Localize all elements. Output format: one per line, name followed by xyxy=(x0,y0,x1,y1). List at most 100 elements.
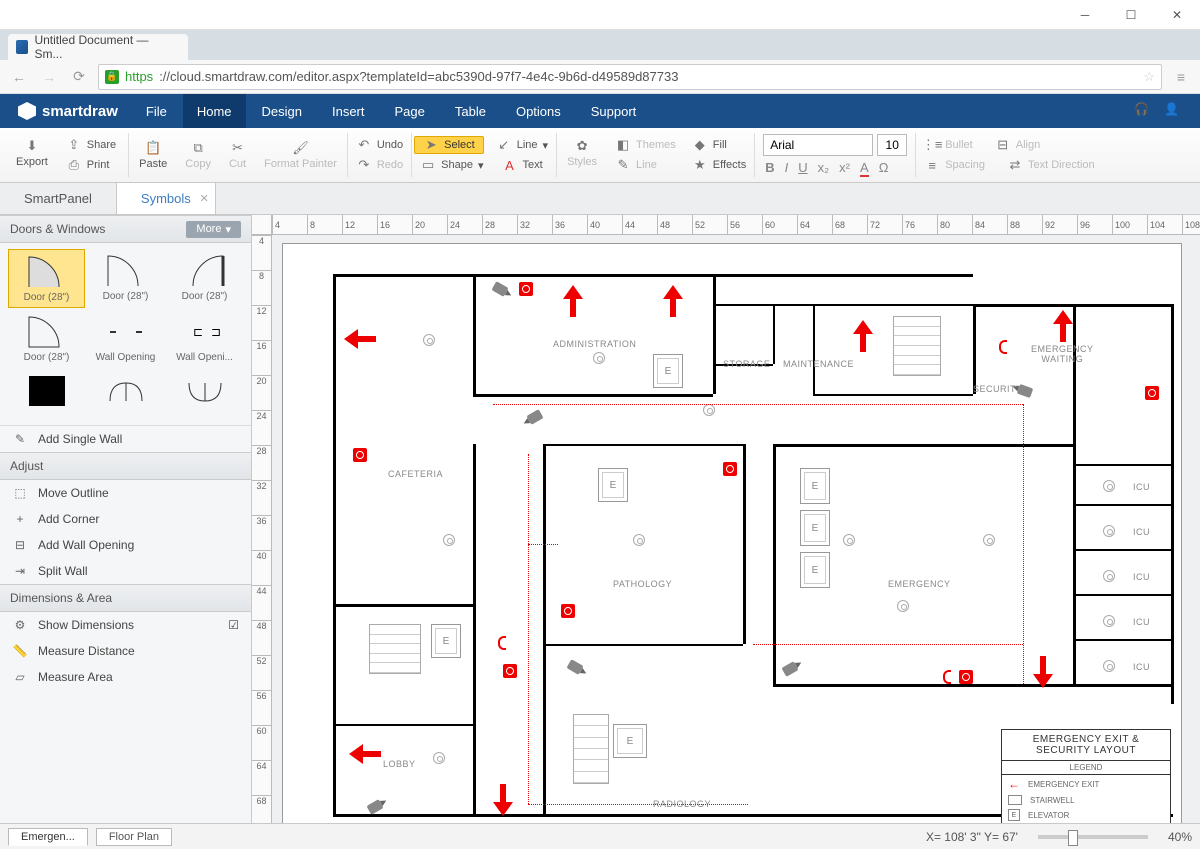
line-tool-button[interactable]: ↙Line▾ xyxy=(490,136,554,154)
shape-tool-button[interactable]: ▭Shape▾ xyxy=(414,156,489,174)
stairwell-icon xyxy=(573,714,609,784)
copy-button[interactable]: ⧉Copy xyxy=(177,138,219,172)
measure-area-button[interactable]: ▱Measure Area xyxy=(0,664,251,690)
add-wall-opening-button[interactable]: ⊟Add Wall Opening xyxy=(0,532,251,558)
camera-icon xyxy=(781,661,798,677)
window-close-button[interactable]: ✕ xyxy=(1154,0,1200,30)
menu-support[interactable]: Support xyxy=(577,94,651,128)
symbol-door-28-fill[interactable]: Door (28") xyxy=(8,310,85,367)
window-minimize-button[interactable]: ─ xyxy=(1062,0,1108,30)
copy-icon: ⧉ xyxy=(190,140,206,156)
font-size-input[interactable] xyxy=(877,134,907,156)
shape-icon: ▭ xyxy=(420,157,436,173)
export-button[interactable]: ⬇Export xyxy=(8,136,56,174)
help-icon[interactable]: 🎧 xyxy=(1134,102,1152,120)
subscript-button[interactable]: x₂ xyxy=(818,160,830,177)
chevron-down-icon: ▾ xyxy=(478,159,484,172)
sheet-tab-emergency[interactable]: Emergen... xyxy=(8,828,88,846)
checkbox-checked-icon[interactable]: ☑ xyxy=(228,618,239,632)
floor-plan-page[interactable]: ADMINISTRATION STORAGE MAINTENANCE SECUR… xyxy=(282,243,1182,823)
move-outline-button[interactable]: ⬚Move Outline xyxy=(0,480,251,506)
user-icon[interactable]: 👤 xyxy=(1164,102,1182,120)
more-button[interactable]: More▾ xyxy=(186,221,241,238)
superscript-button[interactable]: x² xyxy=(839,160,850,177)
zoom-slider[interactable] xyxy=(1038,835,1148,839)
main-area: Doors & Windows More▾ Door (28") Door (2… xyxy=(0,215,1200,823)
add-corner-button[interactable]: +Add Corner xyxy=(0,506,251,532)
area-icon: ▱ xyxy=(12,670,28,684)
alarm-icon xyxy=(723,462,737,476)
menu-options[interactable]: Options xyxy=(502,94,575,128)
back-button[interactable]: ← xyxy=(8,69,30,85)
bullet-button[interactable]: ⋮≡Bullet xyxy=(918,136,979,154)
cut-button[interactable]: ✂Cut xyxy=(221,138,254,172)
format-painter-button[interactable]: 🖌Format Painter xyxy=(256,138,345,172)
symbol-double-door-out[interactable] xyxy=(166,369,243,415)
menu-insert[interactable]: Insert xyxy=(318,94,379,128)
pencil-icon: ✎ xyxy=(12,432,28,446)
sheet-tab-floorplan[interactable]: Floor Plan xyxy=(96,828,172,846)
menu-home[interactable]: Home xyxy=(183,94,246,128)
menu-table[interactable]: Table xyxy=(441,94,500,128)
omega-button[interactable]: Ω xyxy=(879,160,889,177)
symbol-wall-opening[interactable]: Wall Opening xyxy=(87,310,164,367)
browser-menu-button[interactable]: ≡ xyxy=(1170,69,1192,85)
styles-button[interactable]: ✿Styles xyxy=(559,136,605,174)
share-button[interactable]: ⇪Share xyxy=(60,136,122,154)
text-direction-button[interactable]: ⇄Text Direction xyxy=(1001,156,1101,174)
bold-button[interactable]: B xyxy=(765,160,774,177)
url-input[interactable]: 🔒 https://cloud.smartdraw.com/editor.asp… xyxy=(98,64,1162,90)
select-tool-button[interactable]: ➤Select xyxy=(414,136,484,154)
bookmark-star-icon[interactable]: ☆ xyxy=(1143,69,1155,85)
tab-smartpanel[interactable]: SmartPanel xyxy=(0,183,117,214)
italic-button[interactable]: I xyxy=(785,160,789,177)
symbol-wall-opening-2[interactable]: ⊏⊐Wall Openi... xyxy=(166,310,243,367)
line-style-button[interactable]: ✎Line xyxy=(609,156,682,174)
add-single-wall-button[interactable]: ✎Add Single Wall xyxy=(0,425,251,452)
outlet-icon xyxy=(1103,480,1115,492)
themes-button[interactable]: ◧Themes xyxy=(609,136,682,154)
spacing-button[interactable]: ≡Spacing xyxy=(918,156,991,174)
reload-button[interactable]: ⟳ xyxy=(68,68,90,85)
redo-button[interactable]: ↷Redo xyxy=(350,156,409,174)
app-logo[interactable]: smartdraw xyxy=(6,102,130,120)
effects-button[interactable]: ★Effects xyxy=(686,156,752,174)
symbol-door-28-arc[interactable]: Door (28") xyxy=(87,249,164,308)
elevator-icon: E xyxy=(800,552,830,588)
fill-button[interactable]: ◆Fill xyxy=(686,136,752,154)
symbol-door-28-rev[interactable]: Door (28") xyxy=(166,249,243,308)
symbol-door-28[interactable]: Door (28") xyxy=(8,249,85,308)
browser-tab[interactable]: Untitled Document — Sm... xyxy=(8,34,188,60)
label-icu5: ICU xyxy=(1133,662,1150,672)
measure-distance-button[interactable]: 📏Measure Distance xyxy=(0,638,251,664)
undo-button[interactable]: ↶Undo xyxy=(350,136,409,154)
outlet-icon xyxy=(443,534,455,546)
print-button[interactable]: ⎙Print xyxy=(60,156,122,174)
tab-symbols[interactable]: Symbols✕ xyxy=(117,183,216,214)
window-maximize-button[interactable]: ☐ xyxy=(1108,0,1154,30)
cursor-icon: ➤ xyxy=(423,137,439,153)
label-storage: STORAGE xyxy=(723,359,770,369)
symbol-double-door[interactable] xyxy=(87,369,164,415)
align-button[interactable]: ⊟Align xyxy=(989,136,1046,154)
menu-design[interactable]: Design xyxy=(248,94,316,128)
alarm-icon xyxy=(959,670,973,684)
show-dimensions-toggle[interactable]: ⚙Show Dimensions☑ xyxy=(0,612,251,638)
menu-page[interactable]: Page xyxy=(381,94,439,128)
symbol-wall-solid[interactable] xyxy=(8,369,85,415)
text-tool-button[interactable]: AText xyxy=(496,156,549,174)
font-name-input[interactable] xyxy=(763,134,873,156)
close-tab-icon[interactable]: ✕ xyxy=(200,192,209,205)
app-name: smartdraw xyxy=(42,103,118,120)
forward-button[interactable]: → xyxy=(38,69,60,85)
elevator-icon: E xyxy=(800,468,830,504)
split-wall-button[interactable]: ⇥Split Wall xyxy=(0,558,251,584)
paste-button[interactable]: 📋Paste xyxy=(131,138,175,172)
underline-button[interactable]: U xyxy=(798,160,807,177)
menu-file[interactable]: File xyxy=(132,94,181,128)
label-emergency-waiting: EMERGENCY WAITING xyxy=(1031,344,1094,364)
canvas[interactable]: 4812162024283236404448525660646872768084… xyxy=(252,215,1200,823)
vertical-ruler: 4812162024283236404448525660646872 xyxy=(252,235,272,823)
outlet-icon xyxy=(897,600,909,612)
font-color-button[interactable]: A xyxy=(860,160,869,177)
